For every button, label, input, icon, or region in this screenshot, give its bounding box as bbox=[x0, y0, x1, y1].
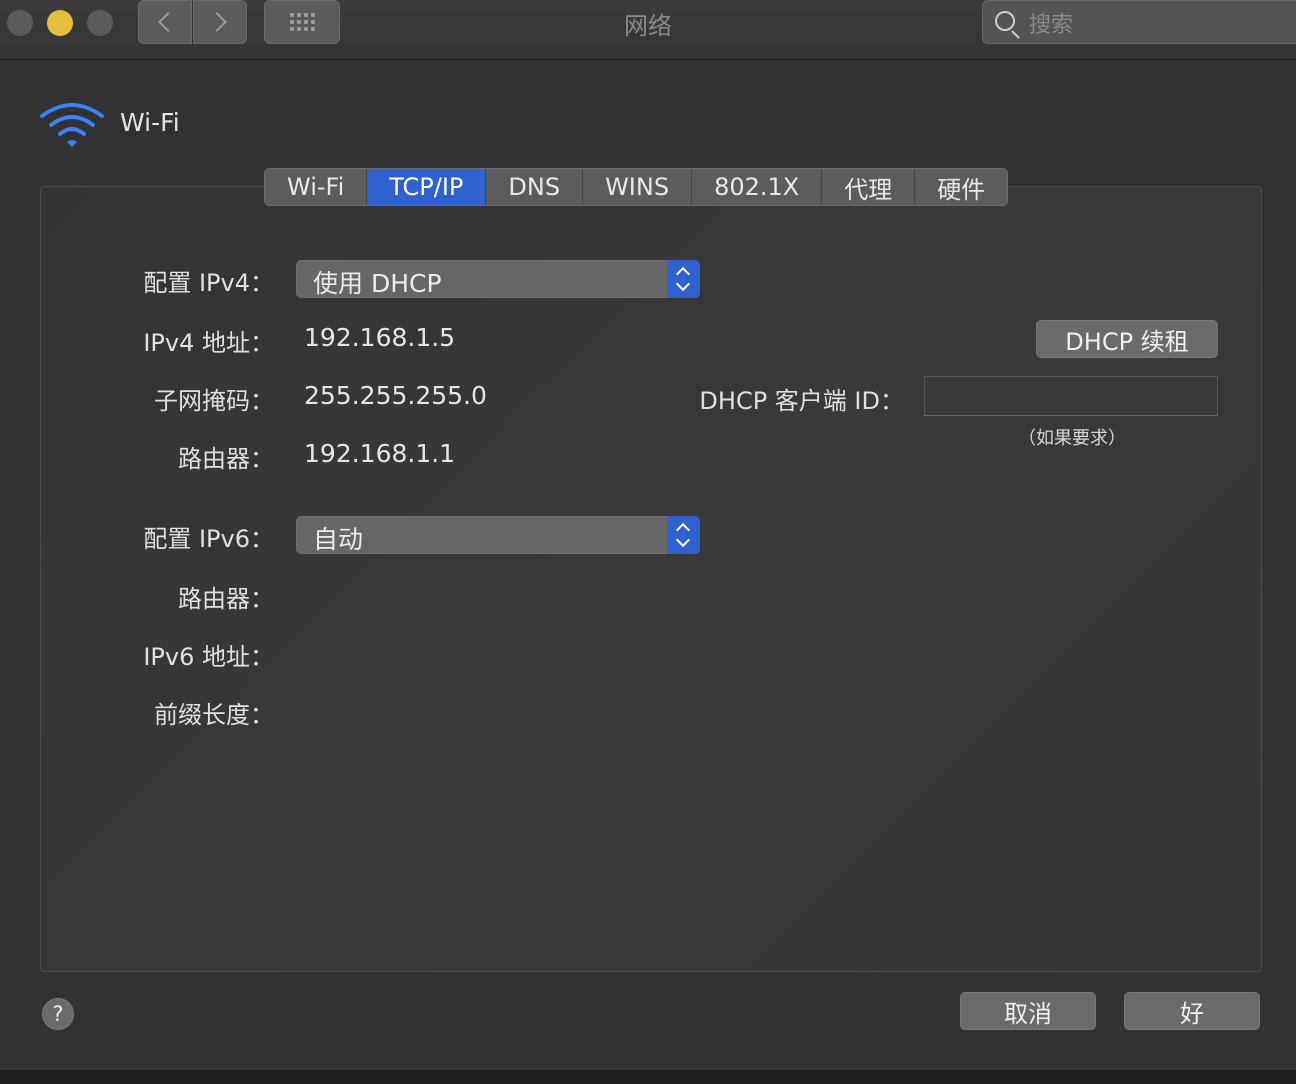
wifi-icon bbox=[40, 103, 104, 147]
popup-arrows-icon bbox=[667, 260, 700, 298]
ipv4-router-value: 192.168.1.1 bbox=[304, 439, 456, 468]
network-preferences-window: 网络 搜索 Wi-Fi Wi-Fi TCP/IP DNS WINS 802.1X… bbox=[0, 0, 1296, 1084]
configure-ipv6-label: 配置 IPv6： bbox=[143, 525, 274, 553]
dhcp-client-id-label: DHCP 客户端 ID： bbox=[699, 387, 904, 415]
tab-8021x[interactable]: 802.1X bbox=[692, 169, 823, 205]
tab-dns[interactable]: DNS bbox=[486, 169, 584, 205]
help-button[interactable]: ? bbox=[42, 998, 74, 1030]
cancel-button[interactable]: 取消 bbox=[960, 992, 1096, 1030]
configure-ipv6-value: 自动 bbox=[313, 525, 364, 554]
configure-ipv6-popup[interactable]: 自动 bbox=[296, 516, 700, 554]
popup-arrows-icon bbox=[667, 516, 700, 554]
configure-ipv4-value: 使用 DHCP bbox=[313, 269, 442, 298]
tab-tcpip[interactable]: TCP/IP bbox=[367, 169, 487, 205]
ipv4-address-value: 192.168.1.5 bbox=[304, 323, 456, 352]
dhcp-renew-button[interactable]: DHCP 续租 bbox=[1036, 320, 1218, 358]
search-icon bbox=[995, 11, 1015, 31]
window-bottom-edge bbox=[0, 1070, 1296, 1084]
subnet-mask-label: 子网掩码： bbox=[154, 387, 274, 415]
tab-proxy[interactable]: 代理 bbox=[822, 169, 916, 205]
subnet-mask-value: 255.255.255.0 bbox=[304, 381, 487, 410]
configure-ipv4-popup[interactable]: 使用 DHCP bbox=[296, 260, 700, 298]
search-field[interactable]: 搜索 bbox=[982, 0, 1296, 44]
dhcp-client-id-input[interactable] bbox=[924, 376, 1218, 416]
configure-ipv4-label: 配置 IPv4： bbox=[143, 269, 274, 297]
tab-wifi[interactable]: Wi-Fi bbox=[265, 169, 368, 205]
tab-hardware[interactable]: 硬件 bbox=[915, 169, 1007, 205]
ipv6-address-label: IPv6 地址： bbox=[143, 643, 274, 671]
ok-button[interactable]: 好 bbox=[1124, 992, 1260, 1030]
title-bar: 网络 搜索 bbox=[0, 0, 1296, 60]
tab-wins[interactable]: WINS bbox=[583, 169, 693, 205]
tab-bar: Wi-Fi TCP/IP DNS WINS 802.1X 代理 硬件 bbox=[264, 168, 1009, 206]
ipv4-address-label: IPv4 地址： bbox=[143, 329, 274, 357]
search-placeholder: 搜索 bbox=[1029, 13, 1074, 38]
ipv4-router-label: 路由器： bbox=[178, 445, 274, 473]
prefix-length-label: 前缀长度： bbox=[154, 701, 274, 729]
ipv6-router-label: 路由器： bbox=[178, 585, 274, 613]
interface-name: Wi-Fi bbox=[120, 108, 180, 137]
dhcp-client-id-hint: （如果要求） bbox=[1018, 428, 1126, 449]
